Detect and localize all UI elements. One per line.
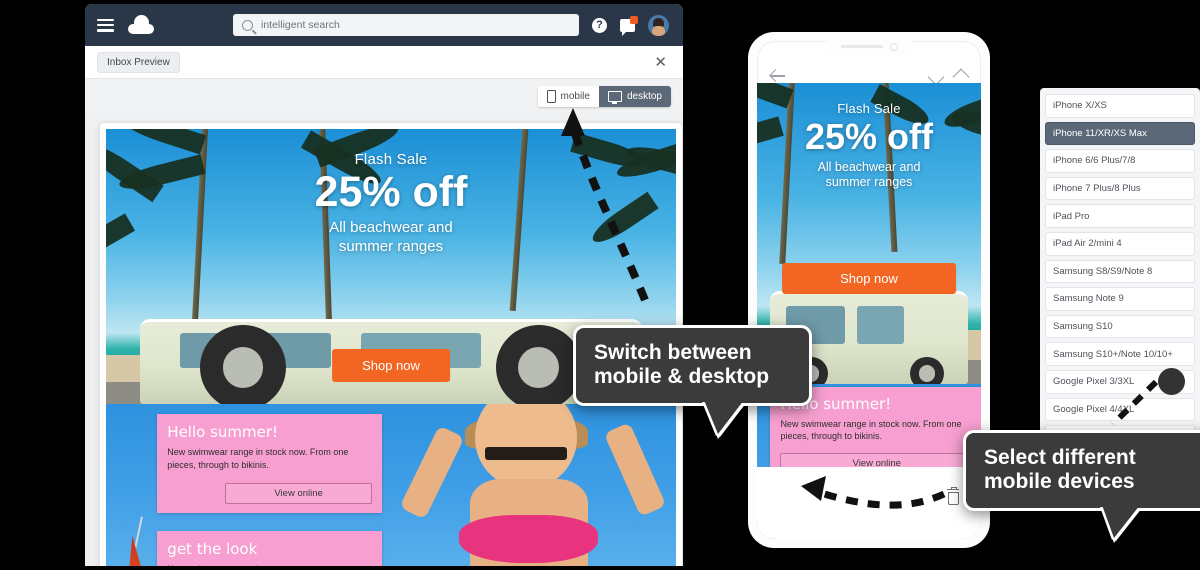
- shop-now-button[interactable]: Shop now: [332, 349, 450, 383]
- preview-tabbar: Inbox Preview ✕: [85, 46, 683, 79]
- toggle-mobile-button[interactable]: mobile: [537, 85, 599, 107]
- device-item-7[interactable]: Samsung Note 9: [1045, 287, 1195, 311]
- card1-body: New swimwear range in stock now. From on…: [167, 447, 349, 470]
- model-photo: [399, 404, 667, 566]
- preview-toolbar: mobile desktop: [85, 79, 683, 113]
- device-item-5[interactable]: iPad Air 2/mini 4: [1045, 231, 1195, 256]
- device-list-dropdown[interactable]: iPhone X/XS iPhone 11/XR/XS Max iPhone 6…: [1040, 88, 1200, 455]
- screenshot-stage: intelligent search ? Inbox Preview ✕ mob…: [0, 0, 1200, 570]
- callout-select-devices: Select different mobile devices: [963, 430, 1200, 538]
- avatar[interactable]: [648, 14, 669, 36]
- close-icon[interactable]: ✕: [650, 53, 671, 72]
- callout-tail: [1102, 504, 1140, 538]
- mobile-hero-eyebrow: Flash Sale: [837, 101, 901, 117]
- view-toggle: mobile desktop: [537, 85, 671, 107]
- mobile-card1-body: New swimwear range in stock now. From on…: [780, 419, 962, 442]
- device-item-1[interactable]: iPhone 11/XR/XS Max: [1045, 121, 1195, 146]
- mobile-hero-copy: Flash Sale 25% off All beachwear and sum…: [757, 101, 981, 191]
- hero-subline-1: All beachwear and: [329, 219, 453, 237]
- phone-footer: [757, 467, 981, 539]
- search-input[interactable]: intelligent search: [233, 14, 579, 36]
- phone-icon: [546, 89, 556, 103]
- phone-screen: Flash Sale 25% off All beachwear and sum…: [757, 41, 981, 539]
- device-item-3[interactable]: iPhone 7 Plus/8 Plus: [1045, 176, 1195, 201]
- card2-heading: get the look: [167, 539, 258, 558]
- chat-bubble-icon[interactable]: [620, 15, 638, 36]
- hero-copy: Flash Sale 25% off All beachwear and sum…: [106, 151, 676, 257]
- app-header: intelligent search ?: [85, 4, 683, 46]
- email-card-hello-summer: Hello summer! New swimwear range in stoc…: [157, 414, 383, 514]
- search-icon: [242, 19, 253, 31]
- speaker-icon: [840, 44, 883, 49]
- toggle-desktop-label: desktop: [626, 90, 662, 102]
- callout-select-line1: Select different: [984, 446, 1136, 469]
- hamburger-menu-icon[interactable]: [97, 18, 114, 32]
- device-item-11[interactable]: Google Pixel 4/4XL: [1045, 397, 1195, 422]
- device-item-4[interactable]: iPad Pro: [1045, 204, 1195, 228]
- callout-switch-line2: mobile & desktop: [594, 365, 770, 389]
- browser-window: intelligent search ? Inbox Preview ✕ mob…: [85, 4, 683, 566]
- monitor-icon: [607, 90, 622, 104]
- toggle-mobile-label: mobile: [560, 90, 590, 102]
- callout-select-line2: mobile devices: [984, 470, 1135, 494]
- email-card-get-the-look: get the look New swimwear range in: [157, 530, 383, 566]
- email-preview-mobile: Flash Sale 25% off All beachwear and sum…: [757, 83, 981, 539]
- hero-subline-2: summer ranges: [338, 237, 444, 255]
- toggle-desktop-button[interactable]: desktop: [598, 85, 671, 107]
- device-item-6[interactable]: Samsung S8/S9/Note 8: [1045, 259, 1195, 284]
- card2-body: New swimwear range in: [167, 563, 372, 566]
- card1-heading: Hello summer!: [167, 423, 279, 442]
- phone-notch: [826, 39, 912, 54]
- device-item-9[interactable]: Samsung S10+/Note 10/10+: [1045, 342, 1195, 366]
- callout-switch-views: Switch between mobile & desktop: [573, 325, 812, 434]
- mobile-hero-subline-2: summer ranges: [825, 175, 913, 190]
- trash-icon[interactable]: [946, 487, 959, 505]
- header-actions: ?: [592, 14, 671, 36]
- tab-inbox-preview[interactable]: Inbox Preview: [97, 51, 180, 73]
- hero-headline: 25% off: [314, 168, 468, 217]
- device-item-0[interactable]: iPhone X/XS: [1045, 94, 1195, 118]
- cursor-pointer: [1158, 368, 1185, 395]
- mobile-shop-now-button[interactable]: Shop now: [782, 262, 956, 294]
- mobile-hero-subline-1: All beachwear and: [817, 159, 921, 174]
- back-arrow-icon[interactable]: [771, 68, 786, 83]
- device-item-8[interactable]: Samsung S10: [1045, 314, 1195, 339]
- email-lower-panel: Hello summer! New swimwear range in stoc…: [106, 404, 676, 566]
- camera-icon: [889, 42, 898, 51]
- search-input-value: intelligent search: [261, 19, 340, 31]
- phone-nav-chevrons: [927, 68, 970, 86]
- help-icon[interactable]: ?: [592, 17, 607, 33]
- mobile-hero-headline: 25% off: [804, 116, 934, 158]
- callout-switch-line1: Switch between: [594, 341, 752, 364]
- cloud-logo-icon[interactable]: [128, 15, 154, 34]
- card1-view-online-button[interactable]: View online: [224, 483, 373, 505]
- device-item-2[interactable]: iPhone 6/6 Plus/7/8: [1045, 149, 1195, 173]
- mobile-device-mockup: Flash Sale 25% off All beachwear and sum…: [748, 32, 990, 548]
- hero-eyebrow: Flash Sale: [354, 151, 428, 169]
- callout-tail: [704, 399, 744, 434]
